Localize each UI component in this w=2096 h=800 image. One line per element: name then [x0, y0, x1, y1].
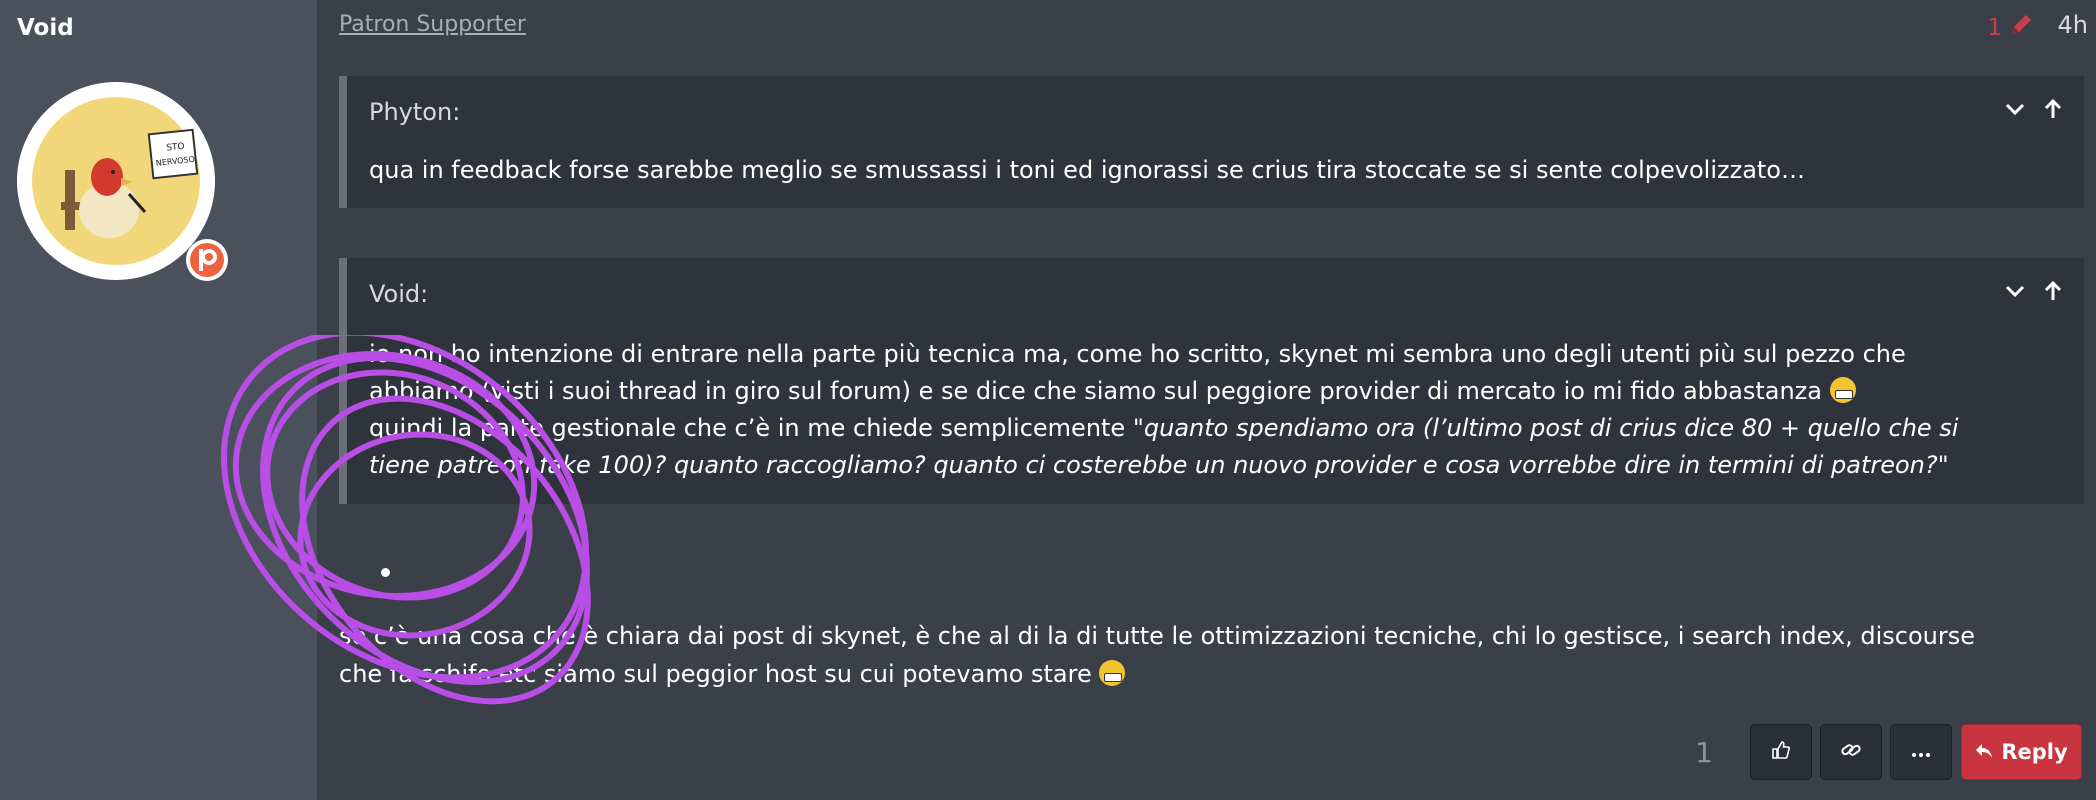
edit-count: 1 [1987, 15, 2002, 41]
svg-text:STO: STO [166, 142, 185, 154]
copy-link-button[interactable] [1820, 724, 1882, 780]
list-bullet [381, 568, 390, 577]
pencil-icon [2008, 12, 2034, 44]
patreon-icon [185, 238, 229, 282]
grimacing-emoji-icon [1829, 377, 1856, 403]
like-button[interactable] [1750, 724, 1812, 780]
quote-block: Phyton: qua in feedback forse sarebbe me… [339, 76, 2084, 208]
quote-line: io non ho intenzione di entrare nella pa… [369, 340, 1906, 368]
chevron-down-icon[interactable] [2004, 280, 2026, 302]
grimacing-emoji-icon [1099, 660, 1126, 686]
post-line: che fa schifo etc siamo sul peggior host… [339, 655, 2079, 693]
chevron-down-icon[interactable] [2004, 98, 2026, 120]
post-controls: 1 Reply [317, 718, 2096, 784]
post-date[interactable]: 4h [2058, 11, 2088, 39]
quote-line: quindi la parte gestionale che c’è in me… [369, 414, 1959, 442]
reply-label: Reply [2001, 740, 2068, 764]
quote-controls [2004, 98, 2064, 120]
user-title-link[interactable]: Patron Supporter [339, 12, 526, 37]
reply-icon [1975, 740, 1993, 764]
post-author-column: Void STO NERVOSO. [0, 0, 317, 800]
author-name[interactable]: Void [17, 15, 74, 41]
post-body: Patron Supporter 1 4h Phyton: qua in fee… [317, 0, 2096, 800]
link-icon [1840, 739, 1862, 765]
quote-text: qua in feedback forse sarebbe meglio se … [369, 156, 1805, 184]
post-line: se c’è una cosa che è chiara dai post di… [339, 622, 1976, 650]
quote-controls [2004, 280, 2064, 302]
arrow-up-icon[interactable] [2042, 280, 2064, 302]
quote-line: abbiamo (visti i suoi thread in giro sul… [369, 373, 2054, 410]
post-text: se c’è una cosa che è chiara dai post di… [339, 617, 2079, 693]
like-count[interactable]: 1 [1695, 736, 1713, 769]
quote-block: Void: io non ho intenzione di entrare ne… [339, 258, 2084, 504]
more-button[interactable] [1890, 724, 1952, 780]
arrow-up-icon[interactable] [2042, 98, 2064, 120]
quote-text: io non ho intenzione di entrare nella pa… [369, 336, 2054, 484]
edit-history-button[interactable]: 1 [1987, 12, 2034, 44]
thumbs-up-icon [1771, 740, 1791, 764]
quote-author[interactable]: Phyton: [369, 98, 460, 126]
reply-button[interactable]: Reply [1961, 724, 2082, 780]
more-icon [1911, 743, 1931, 762]
quote-author[interactable]: Void: [369, 280, 428, 308]
post-meta: Patron Supporter 1 4h [317, 0, 2096, 60]
quote-line: tiene patreon fake 100)? quanto raccogli… [369, 451, 1949, 479]
